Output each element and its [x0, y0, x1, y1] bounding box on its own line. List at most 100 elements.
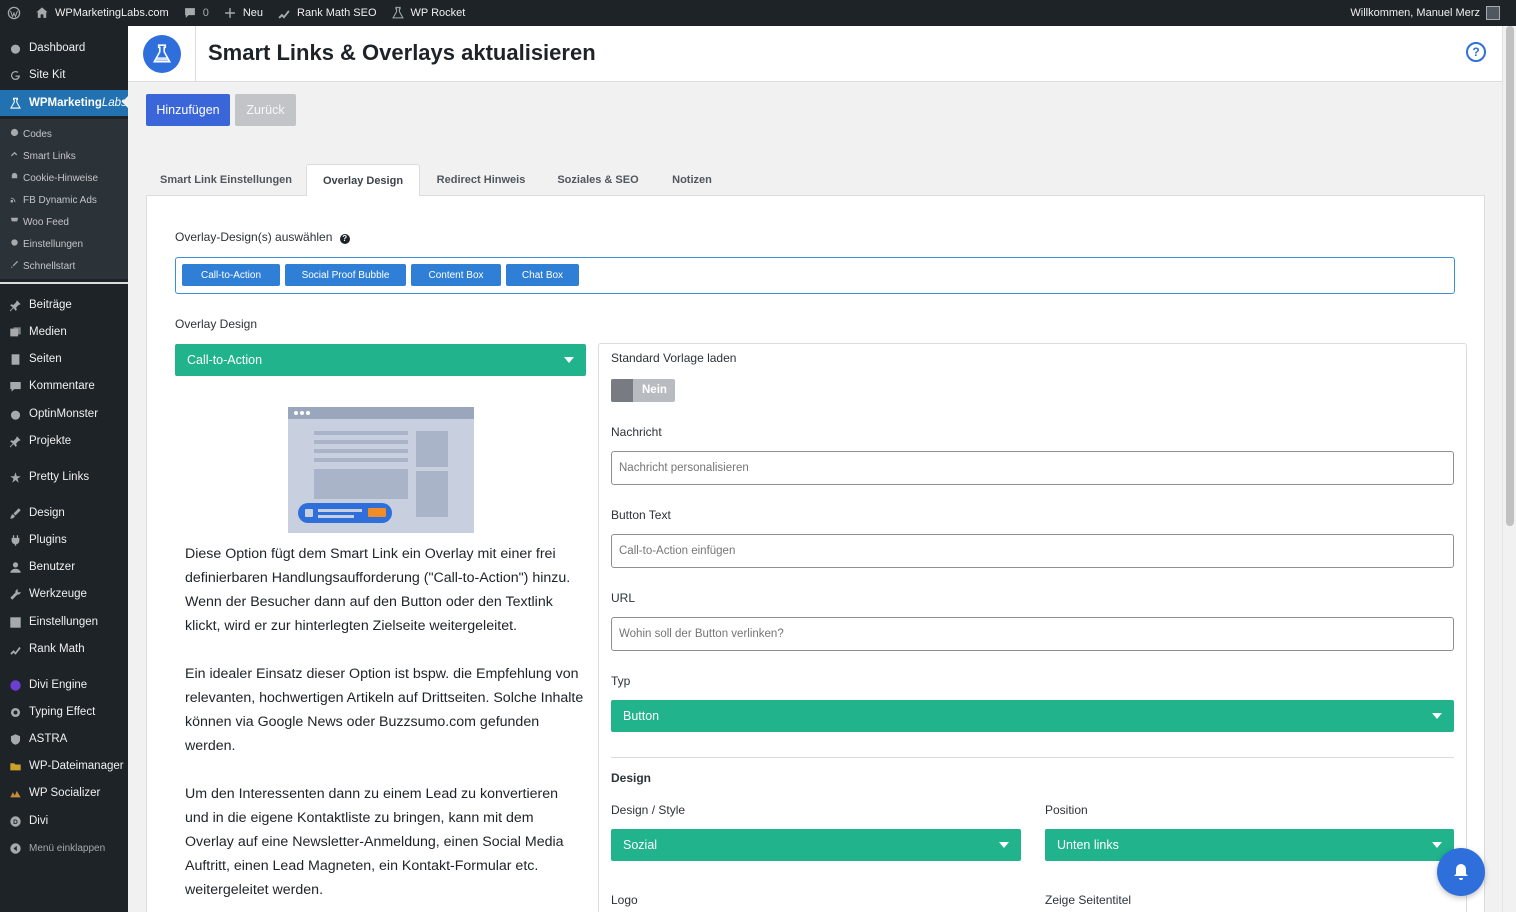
star-icon — [8, 470, 22, 484]
sidebar-item-einstellungen[interactable]: Einstellungen — [0, 610, 128, 634]
sidebar-item-label: Design — [29, 507, 65, 519]
sidebar-item-pretty-links[interactable]: Pretty Links — [0, 465, 128, 489]
back-button[interactable]: Zurück — [235, 94, 296, 126]
sidebar-item-site-kit[interactable]: Site Kit — [0, 63, 128, 87]
position-select[interactable]: Unten links — [1045, 829, 1454, 861]
tab-soziales-seo[interactable]: Soziales & SEO — [542, 164, 654, 196]
tab-notizen[interactable]: Notizen — [654, 164, 730, 196]
sidebar-item-optinmonster[interactable]: OptinMonster — [0, 402, 128, 426]
overlay-design-multiselect[interactable]: Call-to-Action Social Proof Bubble Conte… — [175, 257, 1455, 294]
sidebar-item-plugins[interactable]: Plugins — [0, 528, 128, 552]
sidebar-item-label: Typing Effect — [29, 706, 96, 718]
divi-engine-icon — [8, 678, 22, 692]
comment-icon — [8, 379, 22, 393]
scrollbar-thumb[interactable] — [1506, 26, 1514, 526]
sidebar-item-wp-socializer[interactable]: WP Socializer — [0, 781, 128, 805]
folder-icon — [8, 759, 22, 773]
tab-smart-link-einstellungen[interactable]: Smart Link Einstellungen — [146, 164, 306, 196]
submenu-item-codes[interactable]: Codes — [0, 124, 128, 144]
divi-icon: D — [8, 814, 22, 828]
cart-icon — [10, 216, 19, 228]
design-pill-call-to-action[interactable]: Call-to-Action — [182, 264, 280, 286]
help-icon[interactable]: ? — [1466, 42, 1486, 62]
design-pill-social-proof-bubble[interactable]: Social Proof Bubble — [285, 264, 406, 286]
gear-icon — [10, 238, 19, 250]
url-input[interactable] — [611, 617, 1454, 651]
sidebar-item-astra[interactable]: ASTRA — [0, 727, 128, 751]
sidebar-item-design[interactable]: Design — [0, 501, 128, 525]
style-label: Design / Style — [611, 803, 686, 817]
submenu-label: Einstellungen — [23, 238, 84, 250]
sidebar-item-kommentare[interactable]: Kommentare — [0, 374, 128, 398]
user-icon — [8, 560, 22, 574]
wordpress-logo-icon[interactable] — [0, 0, 28, 26]
sidebar-item-typing-effect[interactable]: Typing Effect — [0, 700, 128, 724]
type-select[interactable]: Button — [611, 700, 1454, 732]
design-pill-content-box[interactable]: Content Box — [411, 264, 501, 286]
sidebar-item-dashboard[interactable]: Dashboard — [0, 36, 128, 60]
comments-link[interactable]: 0 — [176, 0, 216, 26]
sidebar-item-werkzeuge[interactable]: Werkzeuge — [0, 582, 128, 606]
overlay-design-select[interactable]: Call-to-Action — [175, 344, 586, 376]
chevron-down-icon — [1432, 842, 1442, 848]
notification-bell-button[interactable] — [1437, 848, 1485, 896]
type-label: Typ — [611, 674, 631, 688]
site-name-link[interactable]: WPMarketingLabs.com — [28, 0, 176, 26]
submenu-item-woo-feed[interactable]: Woo Feed — [0, 212, 128, 232]
add-button[interactable]: Hinzufügen — [146, 94, 230, 126]
link-icon — [10, 150, 19, 162]
chevron-down-icon — [564, 357, 574, 363]
flask-icon — [391, 6, 404, 19]
sidebar-item-divi-engine[interactable]: Divi Engine — [0, 673, 128, 697]
template-toggle[interactable]: Nein — [611, 379, 675, 402]
sidebar-item-label: Einstellungen — [29, 616, 99, 628]
submenu-item-fb-dynamic-ads[interactable]: FB Dynamic Ads — [0, 190, 128, 210]
comments-count: 0 — [202, 7, 209, 19]
sidebar-item-wpmarketinglabs[interactable]: WPMarketingLabs — [0, 90, 128, 116]
description-paragraph: Um den Interessenten dann zu einem Lead … — [185, 786, 564, 898]
description-paragraph: Diese Option fügt dem Smart Link ein Ove… — [185, 546, 571, 634]
sidebar-item-benutzer[interactable]: Benutzer — [0, 555, 128, 579]
submenu-item-schnellstart[interactable]: Schnellstart — [0, 256, 128, 276]
sidebar-item-wp-dateimanager[interactable]: WP-Dateimanager — [0, 754, 128, 778]
toggle-knob — [611, 379, 633, 402]
style-select-value: Sozial — [623, 838, 658, 852]
sidebar-item-seiten[interactable]: Seiten — [0, 347, 128, 371]
design-pill-chat-box[interactable]: Chat Box — [506, 264, 579, 286]
rank-math-icon — [278, 10, 290, 19]
dashboard-icon — [8, 41, 22, 55]
submenu-item-smart-links[interactable]: Smart Links — [0, 146, 128, 166]
submenu-label: Smart Links — [23, 150, 76, 162]
sidebar-item-label: ASTRA — [29, 733, 68, 745]
button-text-input[interactable] — [611, 534, 1454, 568]
pin-icon — [8, 434, 22, 448]
brand-label-main: WPMarketing — [29, 97, 102, 109]
tab-overlay-design[interactable]: Overlay Design — [306, 164, 420, 196]
style-select[interactable]: Sozial — [611, 829, 1021, 861]
sidebar-item-projekte[interactable]: Projekte — [0, 429, 128, 453]
url-label: URL — [611, 591, 636, 605]
page-scrollbar[interactable] — [1502, 26, 1516, 912]
submenu-item-einstellungen[interactable]: Einstellungen — [0, 234, 128, 254]
sidebar-item-rank-math[interactable]: Rank Math — [0, 637, 128, 661]
submenu-label: Codes — [23, 128, 52, 140]
home-icon — [36, 7, 48, 18]
collapse-menu-label: Menü einklappen — [29, 842, 106, 854]
wp-rocket-link[interactable]: WP Rocket — [384, 0, 473, 26]
sidebar-item-medien[interactable]: Medien — [0, 320, 128, 344]
sidebar-item-label: Divi — [29, 815, 49, 827]
logo-label: Logo — [611, 893, 638, 907]
message-input[interactable] — [611, 451, 1454, 485]
avatar — [1486, 6, 1500, 20]
new-content-link[interactable]: Neu — [216, 0, 270, 26]
user-account-link[interactable]: Willkommen, Manuel Merz — [1343, 0, 1516, 26]
wp-rocket-label: WP Rocket — [410, 7, 466, 19]
type-select-value: Button — [623, 709, 660, 723]
collapse-menu-button[interactable]: Menü einklappen — [0, 836, 128, 860]
rank-math-link[interactable]: Rank Math SEO — [270, 0, 383, 26]
submenu-item-cookie-hinweise[interactable]: Cookie-Hinweise — [0, 168, 128, 188]
tab-redirect-hinweis[interactable]: Redirect Hinweis — [420, 164, 542, 196]
sidebar-item-beitraege[interactable]: Beiträge — [0, 293, 128, 317]
question-circle-icon[interactable]: ? — [339, 233, 350, 244]
sidebar-item-divi[interactable]: D Divi — [0, 809, 128, 833]
